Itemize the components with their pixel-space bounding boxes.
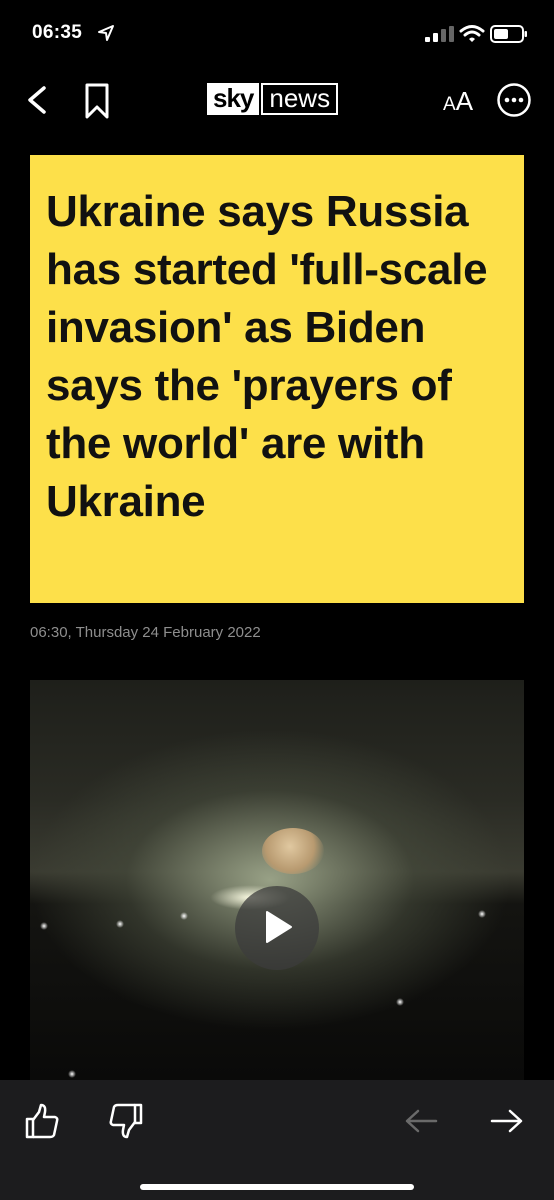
article-timestamp: 06:30, Thursday 24 February 2022 — [30, 624, 261, 641]
video-light — [40, 922, 48, 930]
arrow-left-icon[interactable] — [404, 1108, 438, 1134]
signal-icon — [425, 26, 454, 42]
text-size-large-label: A — [455, 86, 474, 116]
video-light — [180, 912, 188, 920]
play-button[interactable] — [235, 886, 319, 970]
back-chevron-icon[interactable] — [22, 82, 54, 118]
status-time: 06:35 — [32, 22, 83, 43]
video-smoke — [262, 828, 324, 874]
bookmark-icon[interactable] — [82, 82, 112, 120]
wifi-icon — [459, 25, 485, 42]
location-arrow-icon — [98, 25, 114, 41]
headline-box: Ukraine says Russia has started 'full-sc… — [30, 155, 524, 603]
home-indicator — [140, 1184, 414, 1190]
status-bar: 06:35 — [0, 0, 554, 66]
video-light — [478, 910, 486, 918]
play-icon — [266, 911, 292, 943]
video-light — [116, 920, 124, 928]
nav-bar: sky news AA — [0, 66, 554, 136]
arrow-right-icon[interactable] — [490, 1108, 524, 1134]
battery-icon — [490, 25, 527, 43]
more-icon[interactable] — [496, 82, 532, 118]
thumbs-up-icon[interactable] — [24, 1102, 60, 1140]
logo-news-text: news — [261, 83, 339, 115]
article-headline: Ukraine says Russia has started 'full-sc… — [46, 187, 488, 526]
video-light — [396, 998, 404, 1006]
bottom-toolbar — [0, 1080, 554, 1200]
text-size-button[interactable]: AA — [443, 86, 473, 117]
video-player[interactable] — [30, 680, 524, 1080]
sky-news-logo: sky news — [207, 83, 339, 115]
video-light — [68, 1070, 76, 1078]
logo-sky-text: sky — [207, 83, 260, 115]
thumbs-down-icon[interactable] — [108, 1102, 144, 1140]
text-size-small-label: A — [443, 94, 456, 115]
